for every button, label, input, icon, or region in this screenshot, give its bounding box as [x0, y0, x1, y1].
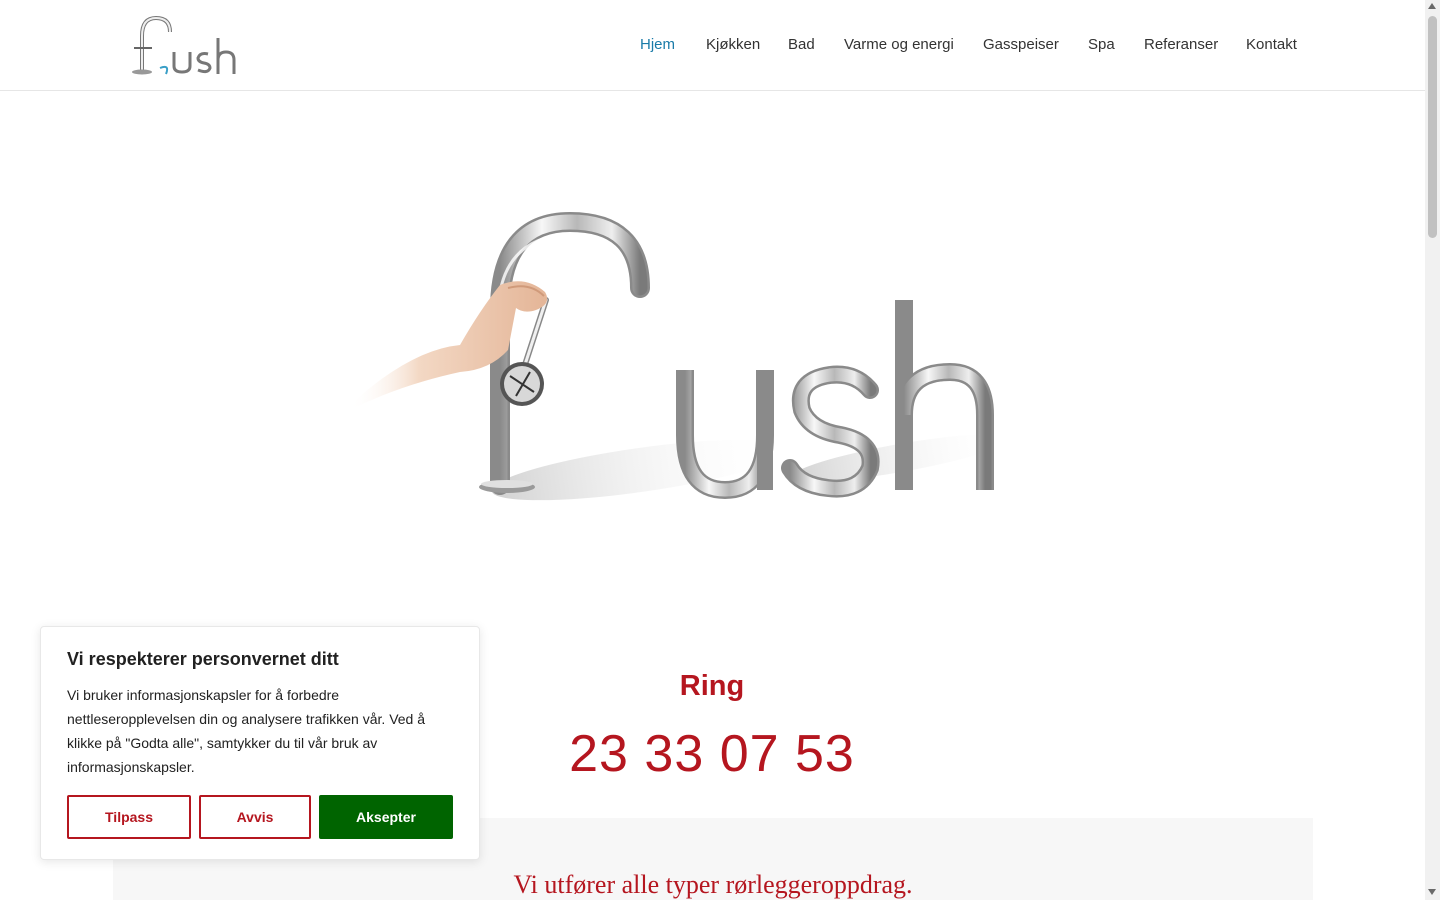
customize-button[interactable]: Tilpass: [67, 795, 191, 839]
nav-item-gasspeiser[interactable]: Gasspeiser: [983, 34, 1059, 56]
accept-button[interactable]: Aksepter: [319, 795, 453, 839]
call-label: Ring: [679, 670, 745, 702]
cookie-title: Vi respekterer personvernet ditt: [67, 649, 339, 669]
main-nav: Hjem Kjøkken Bad Varme og energi Gasspei…: [0, 34, 1425, 56]
cookie-description: Vi bruker informasjonskapsler for å forb…: [67, 687, 426, 775]
scroll-up-arrow-icon[interactable]: [1428, 3, 1436, 9]
cookie-consent-dialog: Vi respekterer personvernet ditt Vi bruk…: [40, 626, 480, 860]
scroll-down-arrow-icon[interactable]: [1428, 889, 1436, 895]
nav-item-referanser[interactable]: Referanser: [1144, 34, 1218, 56]
phone-number[interactable]: 23 33 07 53: [512, 724, 912, 784]
services-heading: Vi utfører alle typer rørleggeroppdrag.: [513, 870, 913, 899]
nav-item-bad[interactable]: Bad: [788, 34, 815, 56]
reject-button[interactable]: Avvis: [199, 795, 311, 839]
nav-item-kjokken[interactable]: Kjøkken: [706, 34, 760, 56]
nav-item-hjem[interactable]: Hjem: [640, 34, 675, 56]
hero-image: [350, 211, 1009, 501]
nav-item-kontakt[interactable]: Kontakt: [1246, 34, 1297, 56]
nav-item-varme-og-energi[interactable]: Varme og energi: [844, 34, 954, 56]
nav-item-spa[interactable]: Spa: [1088, 34, 1115, 56]
site-header: Hjem Kjøkken Bad Varme og energi Gasspei…: [0, 0, 1425, 91]
page-scrollbar[interactable]: [1425, 0, 1440, 900]
scroll-thumb[interactable]: [1428, 16, 1437, 238]
